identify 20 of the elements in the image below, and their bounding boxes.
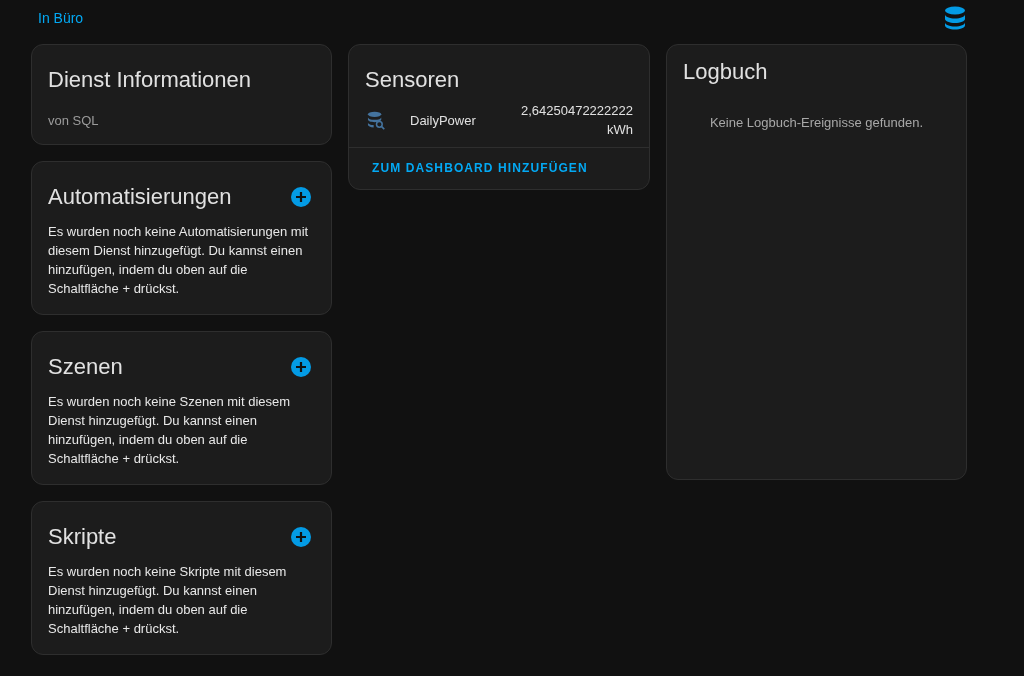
card-title: Skripte xyxy=(48,524,117,550)
entity-name[interactable]: DailyPower xyxy=(410,112,521,128)
database-search-icon xyxy=(367,110,386,130)
empty-message: Es wurden noch keine Skripte mit diesem Dienst hinzugefügt. Du kannst einen hinzufügen, indem du oben auf die Schaltfläche + drückst. xyxy=(48,563,288,638)
add-icon[interactable] xyxy=(291,527,311,547)
card-subtitle: von SQL xyxy=(48,113,100,128)
card-title: Sensoren xyxy=(364,67,461,93)
empty-message: Keine Logbuch-Ereignisse gefunden. xyxy=(708,115,925,130)
database-icon xyxy=(944,6,966,30)
add-icon[interactable] xyxy=(291,357,311,377)
card-title: Szenen xyxy=(48,354,123,380)
empty-message: Es wurden noch keine Automatisierungen mit diesem Dienst hinzugefügt. Du kannst einen hinzufügen, indem du oben auf die Schaltfläche + drückst. xyxy=(48,223,310,298)
add-to-dashboard-button[interactable]: ZUM DASHBOARD HINZUFÜGEN xyxy=(363,157,597,179)
area-link[interactable]: In Büro xyxy=(38,10,84,26)
entity-state: 2,64250472222222 kWh xyxy=(520,102,633,139)
card-title: Logbuch xyxy=(683,59,769,85)
empty-message: Es wurden noch keine Szenen mit diesem Dienst hinzugefügt. Du kannst einen hinzufügen, indem du oben auf die Schaltfläche + drückst. xyxy=(48,393,292,468)
card-title: Automatisierungen xyxy=(48,184,232,210)
add-icon[interactable] xyxy=(291,187,311,207)
card-title: Dienst Informationen xyxy=(48,67,252,93)
